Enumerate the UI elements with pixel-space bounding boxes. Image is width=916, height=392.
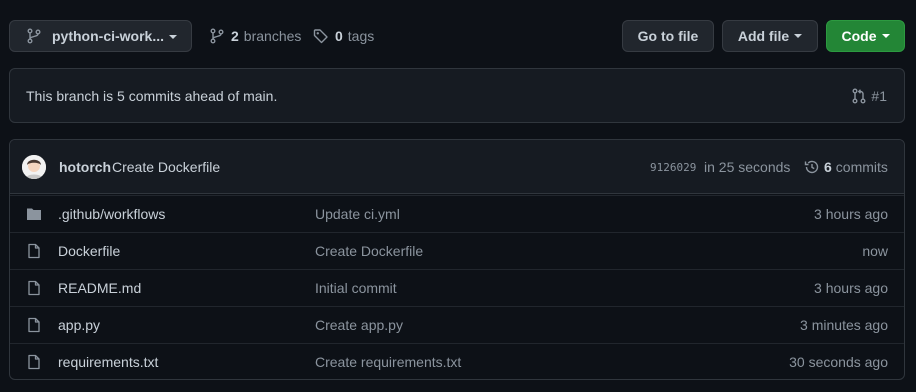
add-file-button[interactable]: Add file [722,20,818,52]
commits-history-link[interactable]: 6 commits [804,159,888,175]
file-commit-message[interactable]: Create requirements.txt [315,354,461,370]
folder-path-name: workflows [103,206,166,222]
add-file-label: Add file [737,28,790,44]
file-row[interactable]: .github/workflows Update ci.yml 3 hours … [10,195,904,232]
branch-select-button[interactable]: python-ci-work... [9,20,192,52]
file-row[interactable]: app.py Create app.py 3 minutes ago [10,306,904,343]
file-name[interactable]: Dockerfile [58,243,120,259]
file-icon [28,354,40,370]
file-commit-message[interactable]: Update ci.yml [315,206,400,222]
code-button[interactable]: Code [826,20,905,52]
file-name[interactable]: requirements.txt [58,354,158,370]
branches-label: branches [243,28,302,44]
chevron-down-icon [169,35,177,39]
file-commit-age: 3 hours ago [814,280,888,296]
file-icon [28,243,40,259]
history-icon [804,160,819,174]
commit-author[interactable]: hotorch [59,159,111,175]
file-icon [28,280,40,296]
pull-request-number: #1 [871,88,887,104]
file-name[interactable]: .github/workflows [58,206,165,222]
code-label: Code [841,28,877,44]
folder-path-prefix: .github/ [58,206,104,222]
file-row[interactable]: Dockerfile Create Dockerfile now [10,232,904,269]
chevron-down-icon [794,34,803,38]
chevron-down-icon [881,34,890,38]
commit-sha[interactable]: 9126029 [650,161,696,174]
branch-name: python-ci-work... [52,28,164,44]
branch-ahead-banner: This branch is 5 commits ahead of main. … [9,68,905,123]
commit-message[interactable]: Create Dockerfile [112,159,220,175]
go-to-file-button[interactable]: Go to file [622,20,714,52]
file-commit-age: 3 minutes ago [800,317,888,333]
file-commit-age: 30 seconds ago [789,354,888,370]
commits-count: 6 [824,159,832,175]
commits-label: commits [835,159,888,175]
file-commit-message[interactable]: Initial commit [315,280,397,296]
file-row[interactable]: README.md Initial commit 3 hours ago [10,269,904,306]
file-commit-age: now [862,243,888,259]
file-commit-message[interactable]: Create Dockerfile [315,243,423,259]
go-to-file-label: Go to file [637,28,699,44]
pull-request-icon [852,88,866,104]
repo-toolbar: python-ci-work... 2 branches 0 tags Go t… [9,20,905,52]
pull-request-link[interactable]: #1 [851,88,887,104]
file-row[interactable]: requirements.txt Create requirements.txt… [10,343,904,379]
file-browser: hotorch Create Dockerfile 9126029 in 25 … [9,139,905,380]
avatar-icon [22,155,46,179]
folder-icon [27,208,41,220]
branch-icon [27,28,41,44]
tags-count: 0 [335,28,343,44]
avatar[interactable] [22,155,46,179]
branch-icon [210,28,224,44]
commit-time: in 25 seconds [704,159,791,175]
tag-icon [313,29,328,44]
file-name[interactable]: README.md [58,280,141,296]
branches-count: 2 [231,28,239,44]
branches-link[interactable]: 2 branches [209,20,301,52]
file-commit-age: 3 hours ago [814,206,888,222]
file-name[interactable]: app.py [58,317,100,333]
ahead-message: This branch is 5 commits ahead of main. [26,88,278,104]
tags-link[interactable]: 0 tags [313,20,374,52]
tags-label: tags [347,28,375,44]
file-commit-message[interactable]: Create app.py [315,317,403,333]
file-icon [28,317,40,333]
latest-commit-header: hotorch Create Dockerfile 9126029 in 25 … [10,140,904,194]
